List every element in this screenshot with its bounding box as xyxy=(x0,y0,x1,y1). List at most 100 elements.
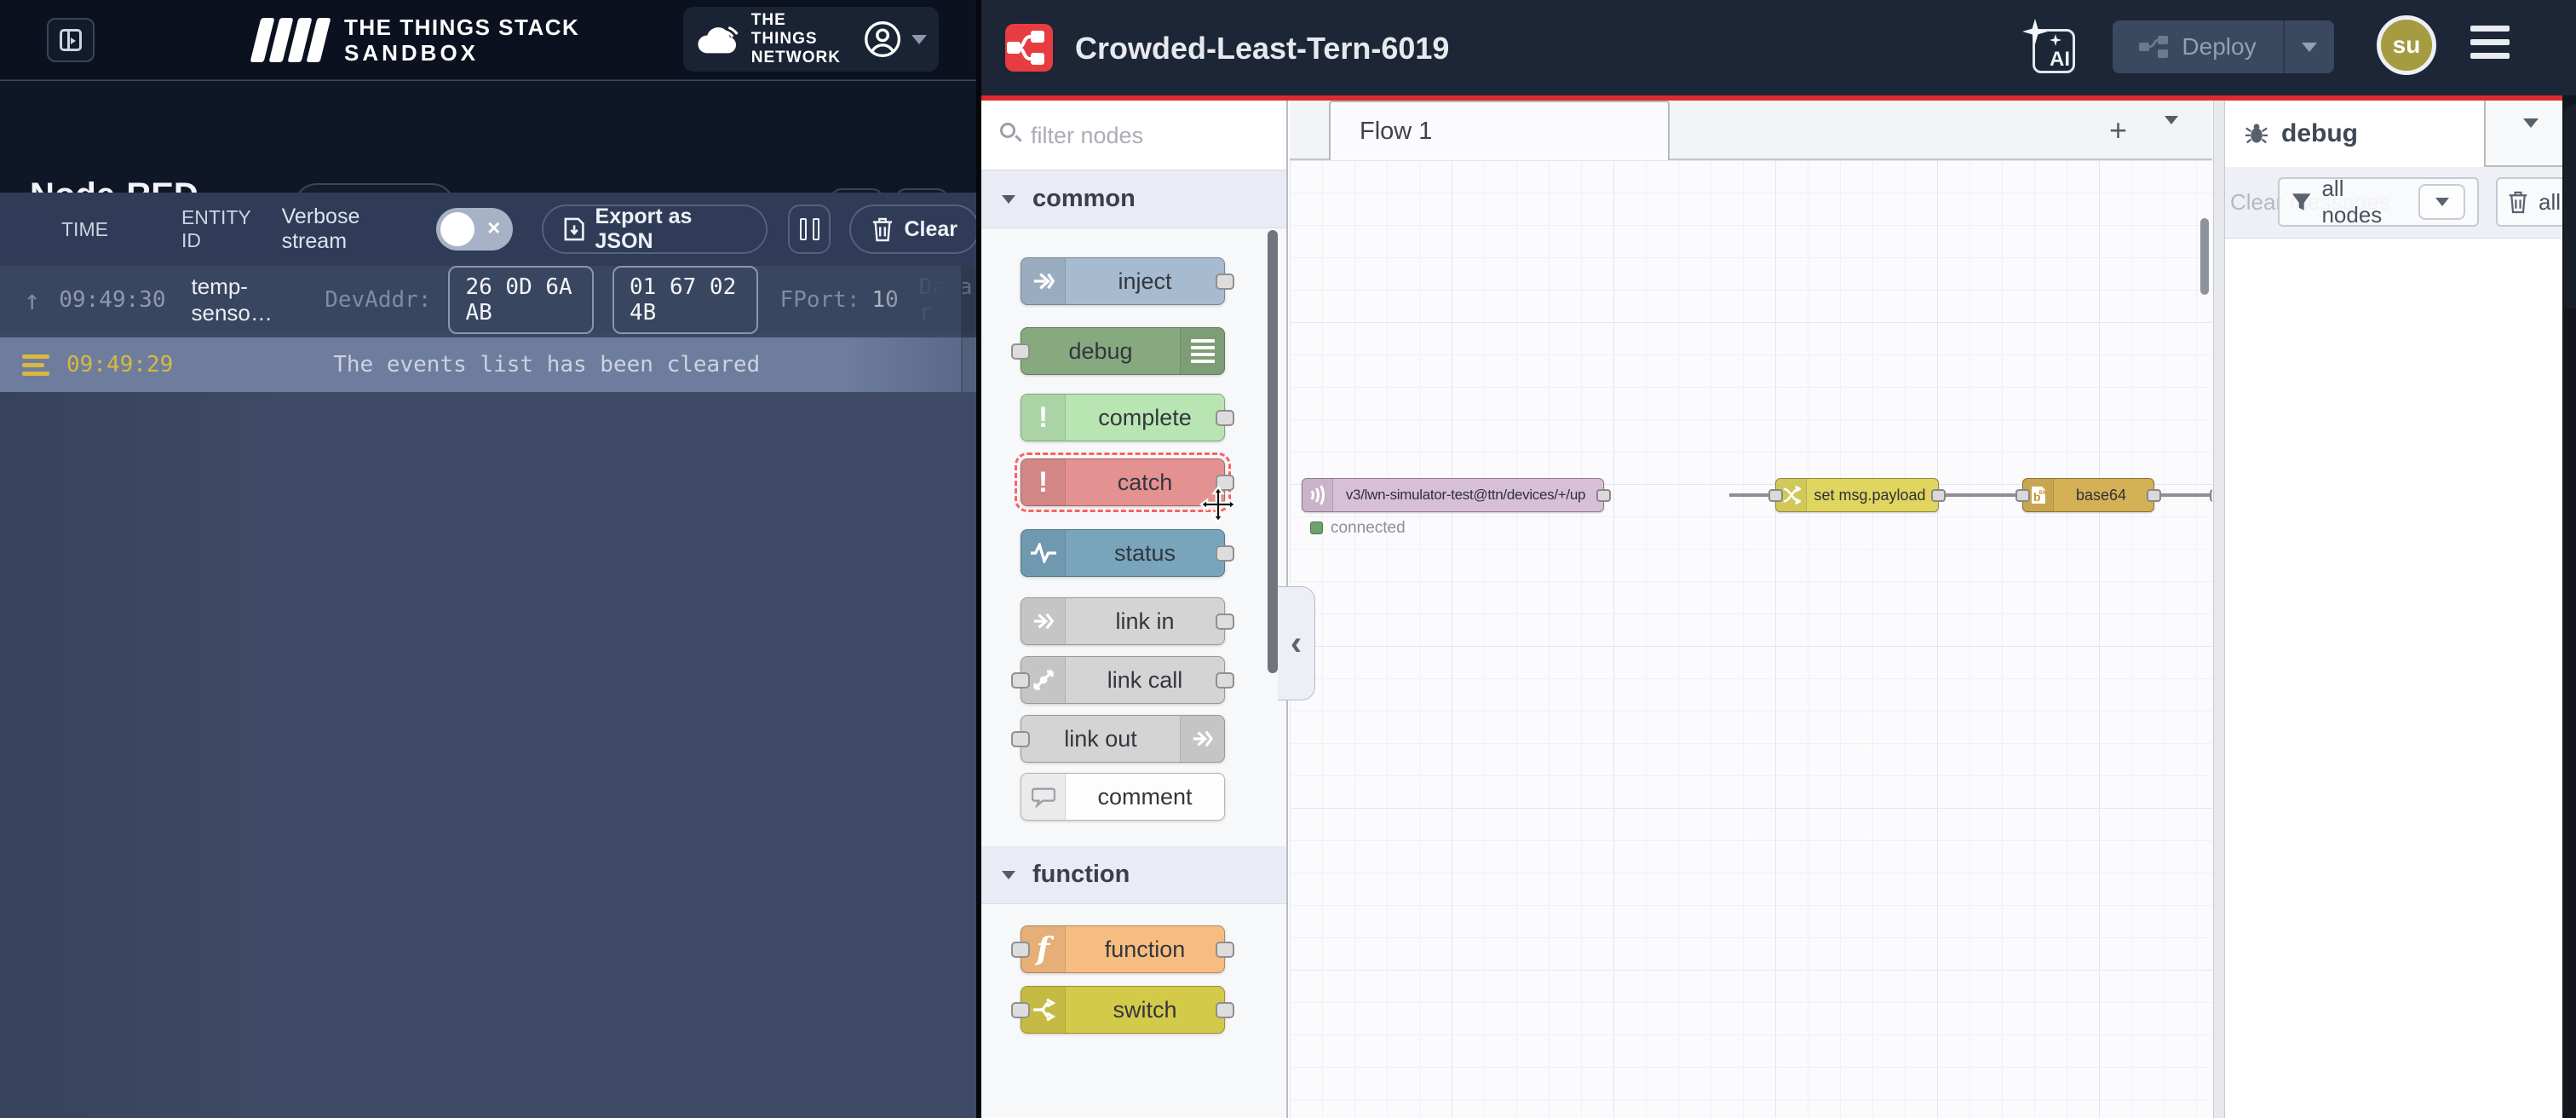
palette-node-function[interactable]: f function xyxy=(1021,925,1225,973)
chevron-down-icon xyxy=(2435,198,2449,206)
palette-node-comment[interactable]: comment xyxy=(1021,773,1225,821)
devaddr-badge[interactable]: 26 0D 6A AB xyxy=(448,266,594,334)
account-menu-button[interactable]: THE THINGS NETWORK xyxy=(683,7,939,72)
payload-badge[interactable]: 01 67 02 4B xyxy=(612,266,758,334)
user-avatar[interactable]: su xyxy=(2377,15,2436,75)
event-row-cleared[interactable]: 09:49:29 The events list has been cleare… xyxy=(0,337,980,392)
wire xyxy=(2160,493,2210,497)
output-port[interactable] xyxy=(1216,545,1234,562)
output-port[interactable] xyxy=(2147,489,2161,502)
output-port[interactable] xyxy=(1596,489,1611,502)
add-flow-button[interactable]: + xyxy=(2109,112,2127,148)
output-port[interactable] xyxy=(1216,1002,1234,1018)
verbose-stream-toggle[interactable]: × xyxy=(436,208,513,251)
column-time: TIME xyxy=(61,218,108,241)
search-icon xyxy=(1000,123,1015,138)
sparkle-icon xyxy=(2022,19,2048,44)
deploy-label: Deploy xyxy=(2182,33,2256,61)
status-connected-text: connected xyxy=(1331,519,1406,538)
palette-node-debug[interactable]: debug xyxy=(1021,327,1225,375)
sidebar-tab-menu[interactable] xyxy=(2523,128,2539,143)
event-fade-overlay xyxy=(843,337,963,392)
nodered-header: Crowded-Least-Tern-6019 AI xyxy=(981,0,2562,95)
output-port[interactable] xyxy=(1216,942,1234,958)
svg-text:64: 64 xyxy=(2038,488,2045,496)
deploy-options-caret[interactable] xyxy=(2283,20,2334,73)
input-port[interactable] xyxy=(1011,942,1030,958)
nodered-window: Crowded-Least-Tern-6019 AI xyxy=(981,0,2562,1118)
tab-flow-1[interactable]: Flow 1 xyxy=(1329,101,1670,160)
event-row-uplink[interactable]: ↑ 09:49:30 temp-senso… DevAddr: 26 0D 6A… xyxy=(0,266,980,334)
flow-node-base64[interactable]: b 64 base64 xyxy=(2022,478,2154,512)
input-port[interactable] xyxy=(1011,343,1030,360)
tab-debug[interactable]: debug xyxy=(2225,101,2486,167)
canvas-scrollbar[interactable] xyxy=(2200,218,2209,295)
brand-line2: SANDBOX xyxy=(344,40,479,66)
filter-nodes-input[interactable] xyxy=(1031,116,1269,155)
palette-node-switch[interactable]: switch xyxy=(1021,986,1225,1034)
chevron-down-icon xyxy=(1002,871,1015,879)
pause-stream-button[interactable] xyxy=(788,205,831,254)
pause-icon xyxy=(800,218,807,240)
ai-assistant-button[interactable]: AI xyxy=(2027,22,2077,73)
flow-node-change[interactable]: set msg.payload xyxy=(1775,478,1939,512)
deploy-button[interactable]: Deploy xyxy=(2113,20,2334,73)
palette-search xyxy=(981,101,1286,170)
palette-scrollbar[interactable] xyxy=(1268,230,1278,673)
flow-workspace: Flow 1 + v3/lwn-simulator-tes xyxy=(1290,101,2212,1118)
clear-events-button[interactable]: Clear xyxy=(849,205,980,254)
nodered-logo-icon xyxy=(1005,24,1053,72)
palette-node-link-call[interactable]: link call xyxy=(1021,656,1225,704)
palette-node-inject[interactable]: inject xyxy=(1021,257,1225,305)
tts-logo: THE THINGS STACK SANDBOX xyxy=(256,15,579,65)
event-message: The events list has been cleared xyxy=(333,352,760,377)
debug-filter-dropdown[interactable]: all nodes xyxy=(2278,177,2479,227)
tts-header: THE THINGS STACK SANDBOX THE THINGS NETW… xyxy=(0,0,980,80)
toggle-off-icon: × xyxy=(487,215,500,241)
screen-edge-scroll-region xyxy=(2564,104,2576,308)
screen: THE THINGS STACK SANDBOX THE THINGS NETW… xyxy=(0,0,2576,1118)
sidebar-toggle-button[interactable] xyxy=(47,18,95,62)
devaddr-label: DevAddr: xyxy=(325,287,431,313)
flow-list-button[interactable] xyxy=(2165,124,2178,140)
funnel-icon xyxy=(2291,192,2311,212)
input-port[interactable] xyxy=(1011,731,1030,747)
output-port[interactable] xyxy=(1216,410,1234,426)
palette-collapse-button[interactable]: ‹ xyxy=(1278,586,1315,700)
cloud-icon xyxy=(695,21,741,57)
palette-section-function[interactable]: function xyxy=(981,846,1286,904)
chevron-left-icon: ‹ xyxy=(1291,625,1302,663)
menu-icon xyxy=(2470,26,2510,32)
export-json-button[interactable]: Export as JSON xyxy=(542,205,767,254)
output-port[interactable] xyxy=(1216,274,1234,290)
deploy-main[interactable]: Deploy xyxy=(2113,33,2283,61)
trash-icon xyxy=(871,216,894,242)
chevron-down-icon xyxy=(2302,43,2317,52)
output-port[interactable] xyxy=(1931,489,1946,502)
sparkle-small-icon xyxy=(2050,34,2061,46)
output-port[interactable] xyxy=(1216,614,1234,630)
input-port[interactable] xyxy=(1011,672,1030,689)
input-port[interactable] xyxy=(2015,489,2030,502)
palette-node-status[interactable]: status xyxy=(1021,529,1225,577)
trash-icon xyxy=(2508,190,2528,214)
flow-canvas[interactable]: v3/lwn-simulator-test@ttn/devices/+/up c… xyxy=(1290,160,2212,1118)
chevron-down-icon xyxy=(2523,118,2539,142)
sidebar-tabs: debug xyxy=(2225,101,2562,167)
sidebar-resize-handle[interactable] xyxy=(2213,101,2225,1118)
wire xyxy=(1946,493,2015,497)
palette-node-catch[interactable]: ! catch xyxy=(1021,458,1225,506)
main-menu-button[interactable] xyxy=(2470,26,2510,59)
palette-node-complete[interactable]: ! complete xyxy=(1021,394,1225,441)
output-port[interactable] xyxy=(1216,672,1234,689)
palette-section-common[interactable]: common xyxy=(981,170,1286,228)
palette-node-link-out[interactable]: link out xyxy=(1021,715,1225,763)
column-entity-id: ENTITY ID xyxy=(181,206,270,252)
ai-label: AI xyxy=(2050,48,2070,72)
palette-node-link-in[interactable]: link in xyxy=(1021,597,1225,645)
flow-node-mqtt-in[interactable]: v3/lwn-simulator-test@ttn/devices/+/up xyxy=(1302,478,1604,512)
event-entity: temp-senso… xyxy=(192,274,296,326)
input-port[interactable] xyxy=(1011,1002,1030,1018)
input-port[interactable] xyxy=(2210,489,2212,502)
input-port[interactable] xyxy=(1768,489,1783,502)
